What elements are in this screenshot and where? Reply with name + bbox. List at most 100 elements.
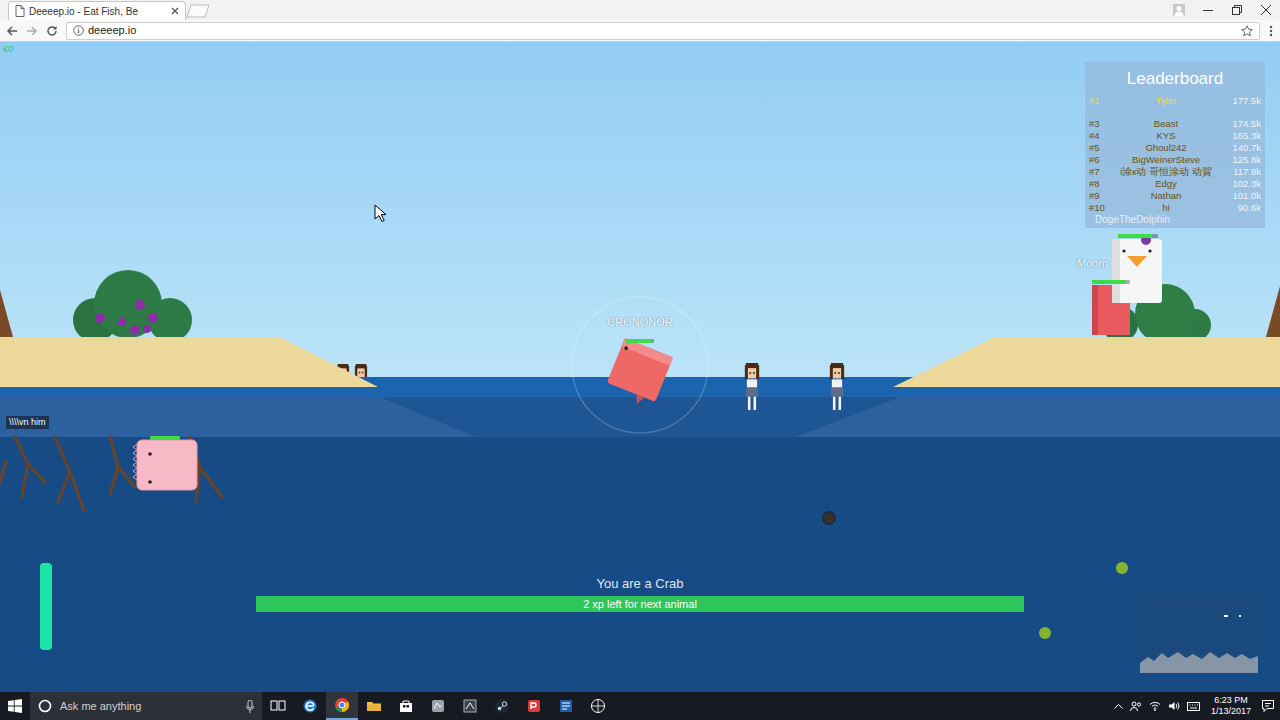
reload-icon[interactable] xyxy=(46,25,58,37)
leaderboard-score: 90.6k xyxy=(1221,202,1261,214)
minimize-button[interactable] xyxy=(1193,0,1222,20)
leaderboard-row: #6BigWeinerSteve125.8k xyxy=(1089,154,1261,166)
keyboard-icon[interactable] xyxy=(1187,702,1200,711)
network-icon[interactable] xyxy=(1149,701,1161,711)
windows-logo-icon xyxy=(8,699,22,713)
browser-window: Deeeep.io - Eat Fish, Be deeeep.io MoomC… xyxy=(0,0,1280,720)
creature-health-bar xyxy=(1092,280,1130,284)
page-icon xyxy=(15,5,25,17)
action-center-icon[interactable] xyxy=(1262,700,1274,712)
seagull-creature xyxy=(1112,235,1162,303)
people-icon[interactable] xyxy=(1130,701,1142,711)
chrome-button[interactable] xyxy=(326,692,358,720)
leaderboard-name: KYS xyxy=(1111,130,1221,142)
leaderboard-name: hi xyxy=(1111,202,1221,214)
clock[interactable]: 6:23 PM1/13/2017 xyxy=(1207,695,1255,717)
browser-tab[interactable]: Deeeep.io - Eat Fish, Be xyxy=(8,1,186,20)
leaderboard-footer: DogeTheDolphin xyxy=(1089,214,1261,226)
leaderboard-row: #9Nathan101.0k xyxy=(1089,190,1261,202)
search-box[interactable] xyxy=(30,692,262,720)
app-red-icon xyxy=(526,698,542,714)
leaderboard-rank: #10 xyxy=(1089,202,1111,214)
leaderboard-row: #8Edgy102.3k xyxy=(1089,178,1261,190)
browser-toolbar: deeeep.io xyxy=(0,20,1280,42)
app-one-button[interactable] xyxy=(422,692,454,720)
store-button[interactable] xyxy=(390,692,422,720)
system-tray: 6:23 PM1/13/2017 xyxy=(1114,695,1280,717)
boost-fill xyxy=(40,563,52,650)
leaderboard-rank: #6 xyxy=(1089,154,1111,166)
player-health-bar-fill xyxy=(626,339,651,343)
edge-button[interactable] xyxy=(294,692,326,720)
file-explorer-button[interactable] xyxy=(358,692,390,720)
taskbar: 6:23 PM1/13/2017 xyxy=(0,692,1280,720)
microphone-icon[interactable] xyxy=(246,700,254,713)
address-bar[interactable]: deeeep.io xyxy=(66,22,1260,40)
minimap xyxy=(1140,593,1260,673)
leaderboard-row: #1Tyler177.5k xyxy=(1089,95,1261,107)
leaderboard-rank: #1 xyxy=(1089,95,1111,107)
cortana-icon xyxy=(38,699,52,713)
forward-icon[interactable] xyxy=(26,25,38,37)
leaderboard-rank: #9 xyxy=(1089,190,1111,202)
game-canvas[interactable]: MoomCRONONOR€0\\\\vn himLeaderboard#1Tyl… xyxy=(0,42,1280,692)
leaderboard-row: #4KYS165.3k xyxy=(1089,130,1261,142)
leaderboard-score: 101.0k xyxy=(1221,190,1261,202)
creature-health-bar xyxy=(1118,234,1158,238)
show-hidden-icon[interactable] xyxy=(1114,703,1123,709)
app-one-icon xyxy=(430,698,446,714)
clock-date: 1/13/2017 xyxy=(1211,706,1251,717)
back-icon[interactable] xyxy=(6,25,18,37)
edge-icon xyxy=(302,698,318,714)
player-crab xyxy=(604,338,674,410)
creature-health-bar-fill xyxy=(1092,280,1126,284)
new-tab-icon[interactable] xyxy=(186,4,210,18)
pinkfish-creature xyxy=(133,440,197,490)
address-text: deeeep.io xyxy=(88,22,1237,39)
coin-counter: €0 xyxy=(3,44,13,55)
leaderboard-name: Edgy xyxy=(1111,178,1221,190)
leaderboard-name: Nathan xyxy=(1111,190,1221,202)
leaderboard-title: Leaderboard xyxy=(1089,68,1261,90)
close-tab-icon[interactable] xyxy=(171,7,179,15)
start-button[interactable] xyxy=(0,692,30,720)
leaderboard-row: #7i涂к动 哥恒涂动 动賀117.9k xyxy=(1089,166,1261,178)
leaderboard-rank: #7 xyxy=(1089,166,1111,178)
leaderboard-row: #3Beast174.5k xyxy=(1089,118,1261,130)
profile-icon xyxy=(1173,4,1185,16)
leaderboard-score: 177.5k xyxy=(1221,95,1261,107)
leaderboard-score: 140.7k xyxy=(1221,142,1261,154)
creature-name: Moom xyxy=(1077,257,1108,270)
task-view-icon xyxy=(270,698,286,714)
volume-icon[interactable] xyxy=(1168,701,1180,711)
leaderboard-name: Tyler xyxy=(1111,95,1221,107)
creature-health-bar-fill xyxy=(1118,234,1152,238)
xp-bar: 2 xp left for next animal xyxy=(256,596,1024,612)
minimap-terrain-icon xyxy=(1140,593,1260,673)
app-two-button[interactable] xyxy=(454,692,486,720)
leaderboard-rank: #4 xyxy=(1089,130,1111,142)
maximize-button[interactable] xyxy=(1222,0,1251,20)
boost-meter xyxy=(40,563,52,650)
leaderboard: Leaderboard #1Tyler177.5k #3Beast174.5k#4K… xyxy=(1085,62,1265,228)
app-circle-button[interactable] xyxy=(582,692,614,720)
task-view-button[interactable] xyxy=(262,692,294,720)
restore-icon xyxy=(1232,5,1242,15)
star-icon[interactable] xyxy=(1241,25,1253,37)
steam-icon xyxy=(494,698,510,714)
steam-button[interactable] xyxy=(486,692,518,720)
leaderboard-row: #5Ghoul242140.7k xyxy=(1089,142,1261,154)
app-red-button[interactable] xyxy=(518,692,550,720)
search-input[interactable] xyxy=(60,698,238,715)
menu-icon[interactable] xyxy=(1268,25,1274,37)
close-button[interactable] xyxy=(1251,0,1280,20)
minimize-icon xyxy=(1203,5,1213,15)
app-blue-button[interactable] xyxy=(550,692,582,720)
profile-button[interactable] xyxy=(1164,0,1193,20)
tab-strip: Deeeep.io - Eat Fish, Be xyxy=(0,0,1280,20)
leaderboard-score: 117.9k xyxy=(1221,166,1261,178)
info-icon xyxy=(73,25,84,36)
animal-status: You are a Crab xyxy=(256,576,1024,592)
leaderboard-score: 174.5k xyxy=(1221,118,1261,130)
leaderboard-rank: #8 xyxy=(1089,178,1111,190)
